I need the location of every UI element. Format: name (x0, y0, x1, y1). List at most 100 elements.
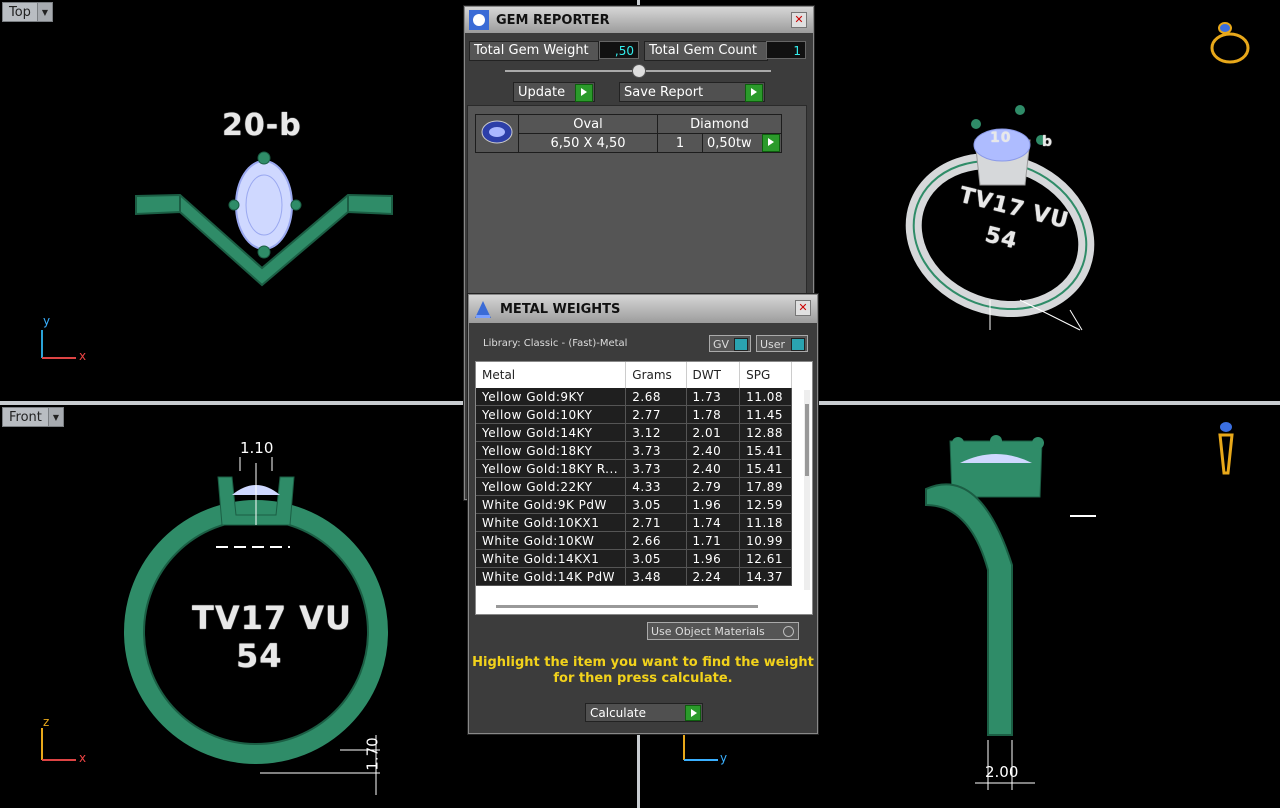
table-row[interactable]: White Gold:14KX1 3.05 1.96 12.61 (476, 549, 792, 568)
table-header-row: Metal Grams DWT SPG (476, 362, 792, 388)
total-gem-count-value[interactable]: 1 (766, 41, 806, 59)
gem-text-a: 10 (990, 130, 1012, 146)
metal-table-frame: Metal Grams DWT SPG Yellow Gold:9KY 2.68 1… (475, 361, 813, 615)
library-label: Library: Classic - (Fast)-Metal (483, 338, 628, 349)
metal-grams: 3.12 (625, 423, 687, 442)
play-icon (575, 84, 593, 102)
col-grams[interactable]: Grams (625, 362, 687, 388)
metal-spg: 11.18 (739, 513, 792, 532)
metal-spg: 15.41 (739, 459, 792, 478)
metal-name: Yellow Gold:18KY R... (476, 459, 627, 478)
metal-name: Yellow Gold:22KY (476, 477, 627, 496)
gem-weight: 0,50tw (702, 133, 782, 153)
metal-name: White Gold:10KW (476, 531, 627, 550)
axis-z-label: z (43, 715, 50, 729)
axis-x-label: x (79, 349, 87, 363)
metal-dwt: 1.73 (686, 388, 741, 406)
play-icon (685, 705, 701, 721)
side-view-icon[interactable] (1212, 419, 1242, 479)
metal-grams: 3.73 (625, 459, 687, 478)
instruction-line1: Highlight the item you want to find the … (472, 655, 814, 670)
update-button[interactable]: Update (513, 82, 595, 102)
use-object-materials-toggle[interactable]: Use Object Materials (647, 622, 799, 640)
metal-name: Yellow Gold:14KY (476, 423, 627, 442)
table-row[interactable]: Yellow Gold:22KY 4.33 2.79 17.89 (476, 477, 792, 496)
metal-grams: 2.71 (625, 513, 687, 532)
table-row[interactable]: Yellow Gold:9KY 2.68 1.73 11.08 (476, 388, 792, 406)
col-dwt[interactable]: DWT (686, 362, 741, 388)
close-icon[interactable]: ✕ (795, 300, 811, 316)
metal-spg: 12.59 (739, 495, 792, 514)
ring-engraving-front-line2: 54 (236, 637, 283, 675)
calculate-button[interactable]: Calculate (585, 703, 703, 722)
update-label: Update (518, 85, 566, 100)
ring-engraving-front-line1: TV17 VU (192, 599, 353, 637)
metal-name: White Gold:14KX1 (476, 549, 627, 568)
col-spg[interactable]: SPG (739, 362, 792, 388)
dimension-shank-height: 1.70 (363, 737, 382, 771)
metal-dwt: 2.40 (686, 459, 741, 478)
total-gem-weight-label: Total Gem Weight (469, 41, 599, 61)
horizontal-scrollbar[interactable] (496, 605, 758, 608)
toggle-knob (791, 338, 805, 351)
table-row[interactable]: White Gold:10KX1 2.71 1.74 11.18 (476, 513, 792, 532)
play-icon (745, 84, 763, 102)
gem-text-b: b (1042, 134, 1054, 150)
gem-shape-cell (475, 114, 519, 153)
vertical-scrollbar[interactable] (804, 390, 810, 590)
table-row[interactable]: Yellow Gold:10KY 2.77 1.78 11.45 (476, 405, 792, 424)
metal-dwt: 1.96 (686, 495, 741, 514)
metal-spg: 11.08 (739, 388, 792, 406)
total-gem-weight-value[interactable]: ,50 (599, 41, 639, 59)
metal-table-body: Yellow Gold:9KY 2.68 1.73 11.08 Yellow Gold… (476, 388, 792, 586)
table-row[interactable]: White Gold:10KW 2.66 1.71 10.99 (476, 531, 792, 550)
save-report-button[interactable]: Save Report (619, 82, 765, 102)
gv-toggle[interactable]: GV (709, 335, 751, 352)
metal-dwt: 2.01 (686, 423, 741, 442)
toggle-knob (734, 338, 748, 351)
metal-grams: 3.73 (625, 441, 687, 460)
metal-name: White Gold:9K PdW (476, 495, 627, 514)
table-row[interactable]: White Gold:9K PdW 3.05 1.96 12.59 (476, 495, 792, 514)
scrollbar-thumb[interactable] (805, 404, 809, 476)
table-row[interactable]: Yellow Gold:18KY R... 3.73 2.40 15.41 (476, 459, 792, 478)
metal-spg: 10.99 (739, 531, 792, 550)
metal-spg: 15.41 (739, 441, 792, 460)
col-metal[interactable]: Metal (476, 362, 627, 388)
user-label: User (760, 338, 786, 351)
metal-spg: 17.89 (739, 477, 792, 496)
gem-qty: 1 (657, 133, 703, 153)
dimension-shank-width: 2.00 (985, 763, 1019, 781)
metal-name: White Gold:14K PdW (476, 567, 627, 586)
metal-weights-titlebar[interactable]: METAL WEIGHTS ✕ (469, 295, 817, 323)
metal-spg: 12.88 (739, 423, 792, 442)
gem-shape: Oval (518, 114, 658, 134)
metal-name: White Gold:10KX1 (476, 513, 627, 532)
gem-type: Diamond (657, 114, 782, 134)
close-icon[interactable]: ✕ (791, 12, 807, 28)
table-row[interactable]: White Gold:14K PdW 3.48 2.24 14.37 (476, 567, 792, 586)
radio-icon (783, 626, 794, 637)
table-row[interactable]: 6,50 X 4,50 1 0,50tw (476, 133, 782, 153)
axis-y-label: y (720, 751, 728, 765)
metal-name: Yellow Gold:10KY (476, 405, 627, 424)
metal-grams: 3.48 (625, 567, 687, 586)
metal-dwt: 2.24 (686, 567, 741, 586)
gem-reporter-titlebar[interactable]: GEM REPORTER ✕ (465, 7, 813, 33)
slider-handle[interactable] (632, 64, 646, 78)
ring-view-icon[interactable] (1208, 18, 1252, 68)
play-icon[interactable] (762, 134, 780, 152)
metal-dwt: 1.78 (686, 405, 741, 424)
save-report-label: Save Report (624, 85, 704, 100)
metal-dwt: 1.71 (686, 531, 741, 550)
table-row[interactable]: Yellow Gold:14KY 3.12 2.01 12.88 (476, 423, 792, 442)
metal-name: Yellow Gold:18KY (476, 441, 627, 460)
user-toggle[interactable]: User (756, 335, 808, 352)
metal-weights-title: METAL WEIGHTS (500, 301, 621, 317)
table-row[interactable]: Yellow Gold:18KY 3.73 2.40 15.41 (476, 441, 792, 460)
metal-spg: 12.61 (739, 549, 792, 568)
metal-dwt: 1.96 (686, 549, 741, 568)
table-row[interactable]: Oval Diamond (475, 114, 782, 153)
metal-grams: 3.05 (625, 495, 687, 514)
total-gem-count-label: Total Gem Count (644, 41, 768, 61)
